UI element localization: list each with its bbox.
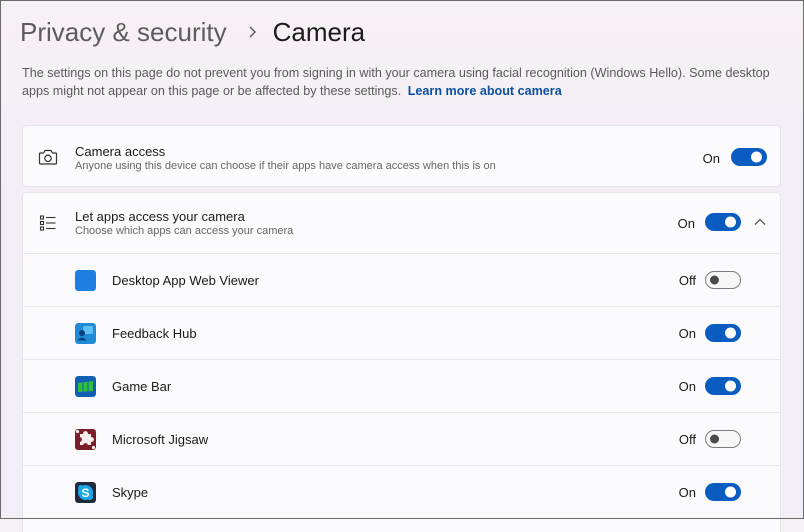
let-apps-toggle[interactable] xyxy=(705,213,741,231)
learn-more-link[interactable]: Learn more about camera xyxy=(408,84,562,98)
app-name: Skype xyxy=(112,485,149,500)
breadcrumb-parent[interactable]: Privacy & security xyxy=(20,17,227,48)
game-bar-icon xyxy=(75,376,96,397)
let-apps-access-card: Let apps access your camera Choose which… xyxy=(22,192,781,532)
let-apps-state: On xyxy=(677,216,695,231)
camera-access-state: On xyxy=(702,151,720,166)
app-state: On xyxy=(678,379,696,394)
app-name: Desktop App Web Viewer xyxy=(112,273,259,288)
toggle-knob xyxy=(725,216,736,228)
toggle-knob xyxy=(725,380,736,392)
skype-icon: S xyxy=(75,482,96,503)
list-icon xyxy=(38,213,58,233)
let-apps-title: Let apps access your camera xyxy=(75,209,245,224)
app-state: Off xyxy=(678,273,696,288)
svg-text:S: S xyxy=(81,486,89,500)
toggle-knob xyxy=(725,486,736,498)
app-state: On xyxy=(678,326,696,341)
app-toggle-microsoft-jigsaw[interactable] xyxy=(705,430,741,448)
app-name: Feedback Hub xyxy=(112,326,197,341)
app-row-feedback-hub: Feedback Hub On xyxy=(23,306,780,359)
app-toggle-desktop-app-web-viewer[interactable] xyxy=(705,271,741,289)
camera-access-toggle[interactable] xyxy=(731,148,767,166)
desktop-app-web-viewer-icon xyxy=(75,270,96,291)
camera-access-card: Camera access Anyone using this device c… xyxy=(22,125,781,187)
microsoft-jigsaw-icon xyxy=(75,429,96,450)
app-name: Microsoft Jigsaw xyxy=(112,432,209,447)
app-row-game-bar: Game Bar On xyxy=(23,359,780,412)
description-text: The settings on this page do not prevent… xyxy=(22,66,770,98)
app-toggle-game-bar[interactable] xyxy=(705,377,741,395)
app-toggle-feedback-hub[interactable] xyxy=(705,324,741,342)
page-title: Camera xyxy=(272,16,366,47)
toggle-knob xyxy=(751,151,762,163)
app-row-desktop-app-web-viewer: Desktop App Web Viewer Off xyxy=(23,253,780,306)
toggle-knob xyxy=(710,275,719,285)
toggle-knob xyxy=(710,434,719,444)
toggle-knob xyxy=(725,327,736,339)
app-state: On xyxy=(678,485,696,500)
app-row-microsoft-jigsaw: Microsoft Jigsaw Off xyxy=(23,412,780,465)
camera-access-title: Camera access xyxy=(75,144,166,159)
camera-icon xyxy=(38,147,58,167)
breadcrumb: Privacy & security Camera xyxy=(20,14,365,50)
app-name: Game Bar xyxy=(112,379,172,394)
let-apps-subtitle: Choose which apps can access your camera xyxy=(75,225,294,237)
chevron-right-icon xyxy=(244,24,260,40)
chevron-up-icon[interactable] xyxy=(753,215,767,229)
app-state: Off xyxy=(678,432,696,447)
page-description: The settings on this page do not prevent… xyxy=(22,64,792,100)
feedback-hub-icon xyxy=(75,323,96,344)
app-toggle-skype[interactable] xyxy=(705,483,741,501)
camera-access-subtitle: Anyone using this device can choose if t… xyxy=(75,160,496,172)
app-row-skype: S Skype On xyxy=(23,465,780,518)
